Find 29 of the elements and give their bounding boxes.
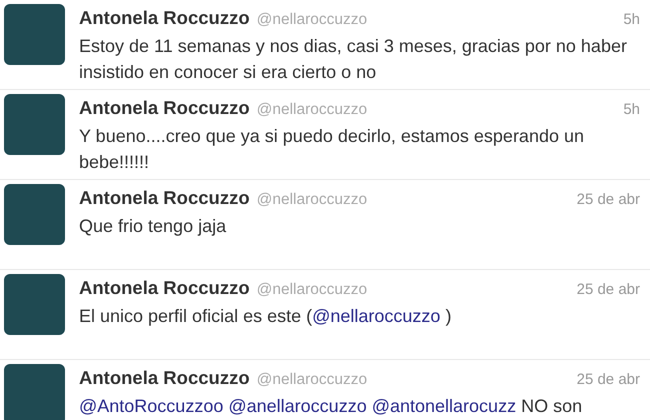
user-handle[interactable]: @nellaroccuzzo [256,98,368,122]
avatar-photo-placeholder[interactable] [4,4,65,65]
tweet-text: @AntoRoccuzzoo @anellaroccuzzo @antonellarocuzz NO son [79,394,584,418]
avatar-photo-placeholder[interactable] [4,94,65,155]
user-name[interactable]: Antonela Roccuzzo [79,94,250,122]
tweet-text: El unico perfil oficial es este (@nellaroccuzzo ) [79,304,452,328]
tweet-time[interactable]: 5h [623,99,640,122]
tweet-text: Y bueno....creo que ya si puedo decirlo, estamos esperando un bebe!!!!!! [79,124,586,174]
user-handle[interactable]: @nellaroccuzzo [256,8,368,32]
user-name[interactable]: Antonela Roccuzzo [79,364,250,392]
user-handle[interactable]: @nellaroccuzzo [256,278,368,302]
user-handle[interactable]: @nellaroccuzzo [256,368,368,392]
user-handle[interactable]: @nellaroccuzzo [256,188,368,212]
mention-link[interactable]: @antonellarocuzz [372,396,516,416]
avatar-photo-placeholder[interactable] [4,184,65,245]
tweet-time[interactable]: 5h [623,9,640,32]
user-name[interactable]: Antonela Roccuzzo [79,4,250,32]
mention-link[interactable]: @AntoRoccuzzoo [79,396,224,416]
tweet-time[interactable]: 25 de abr [576,189,640,212]
user-name[interactable]: Antonela Roccuzzo [79,184,250,212]
user-name[interactable]: Antonela Roccuzzo [79,274,250,302]
mention-link[interactable]: @nellaroccuzzo [312,306,440,326]
tweet-text: Que frio tengo jaja [79,214,228,238]
tweet-text: Estoy de 11 semanas y nos dias, casi 3 meses, gracias por no haber insistido en conocer si era cierto o no [79,34,628,84]
tweet-time[interactable]: 25 de abr [576,279,640,302]
mention-link[interactable]: @anellaroccuzzo [228,396,367,416]
tweet-time[interactable]: 25 de abr [576,369,640,392]
avatar-photo-placeholder[interactable] [4,364,65,420]
avatar-photo-placeholder[interactable] [4,274,65,335]
